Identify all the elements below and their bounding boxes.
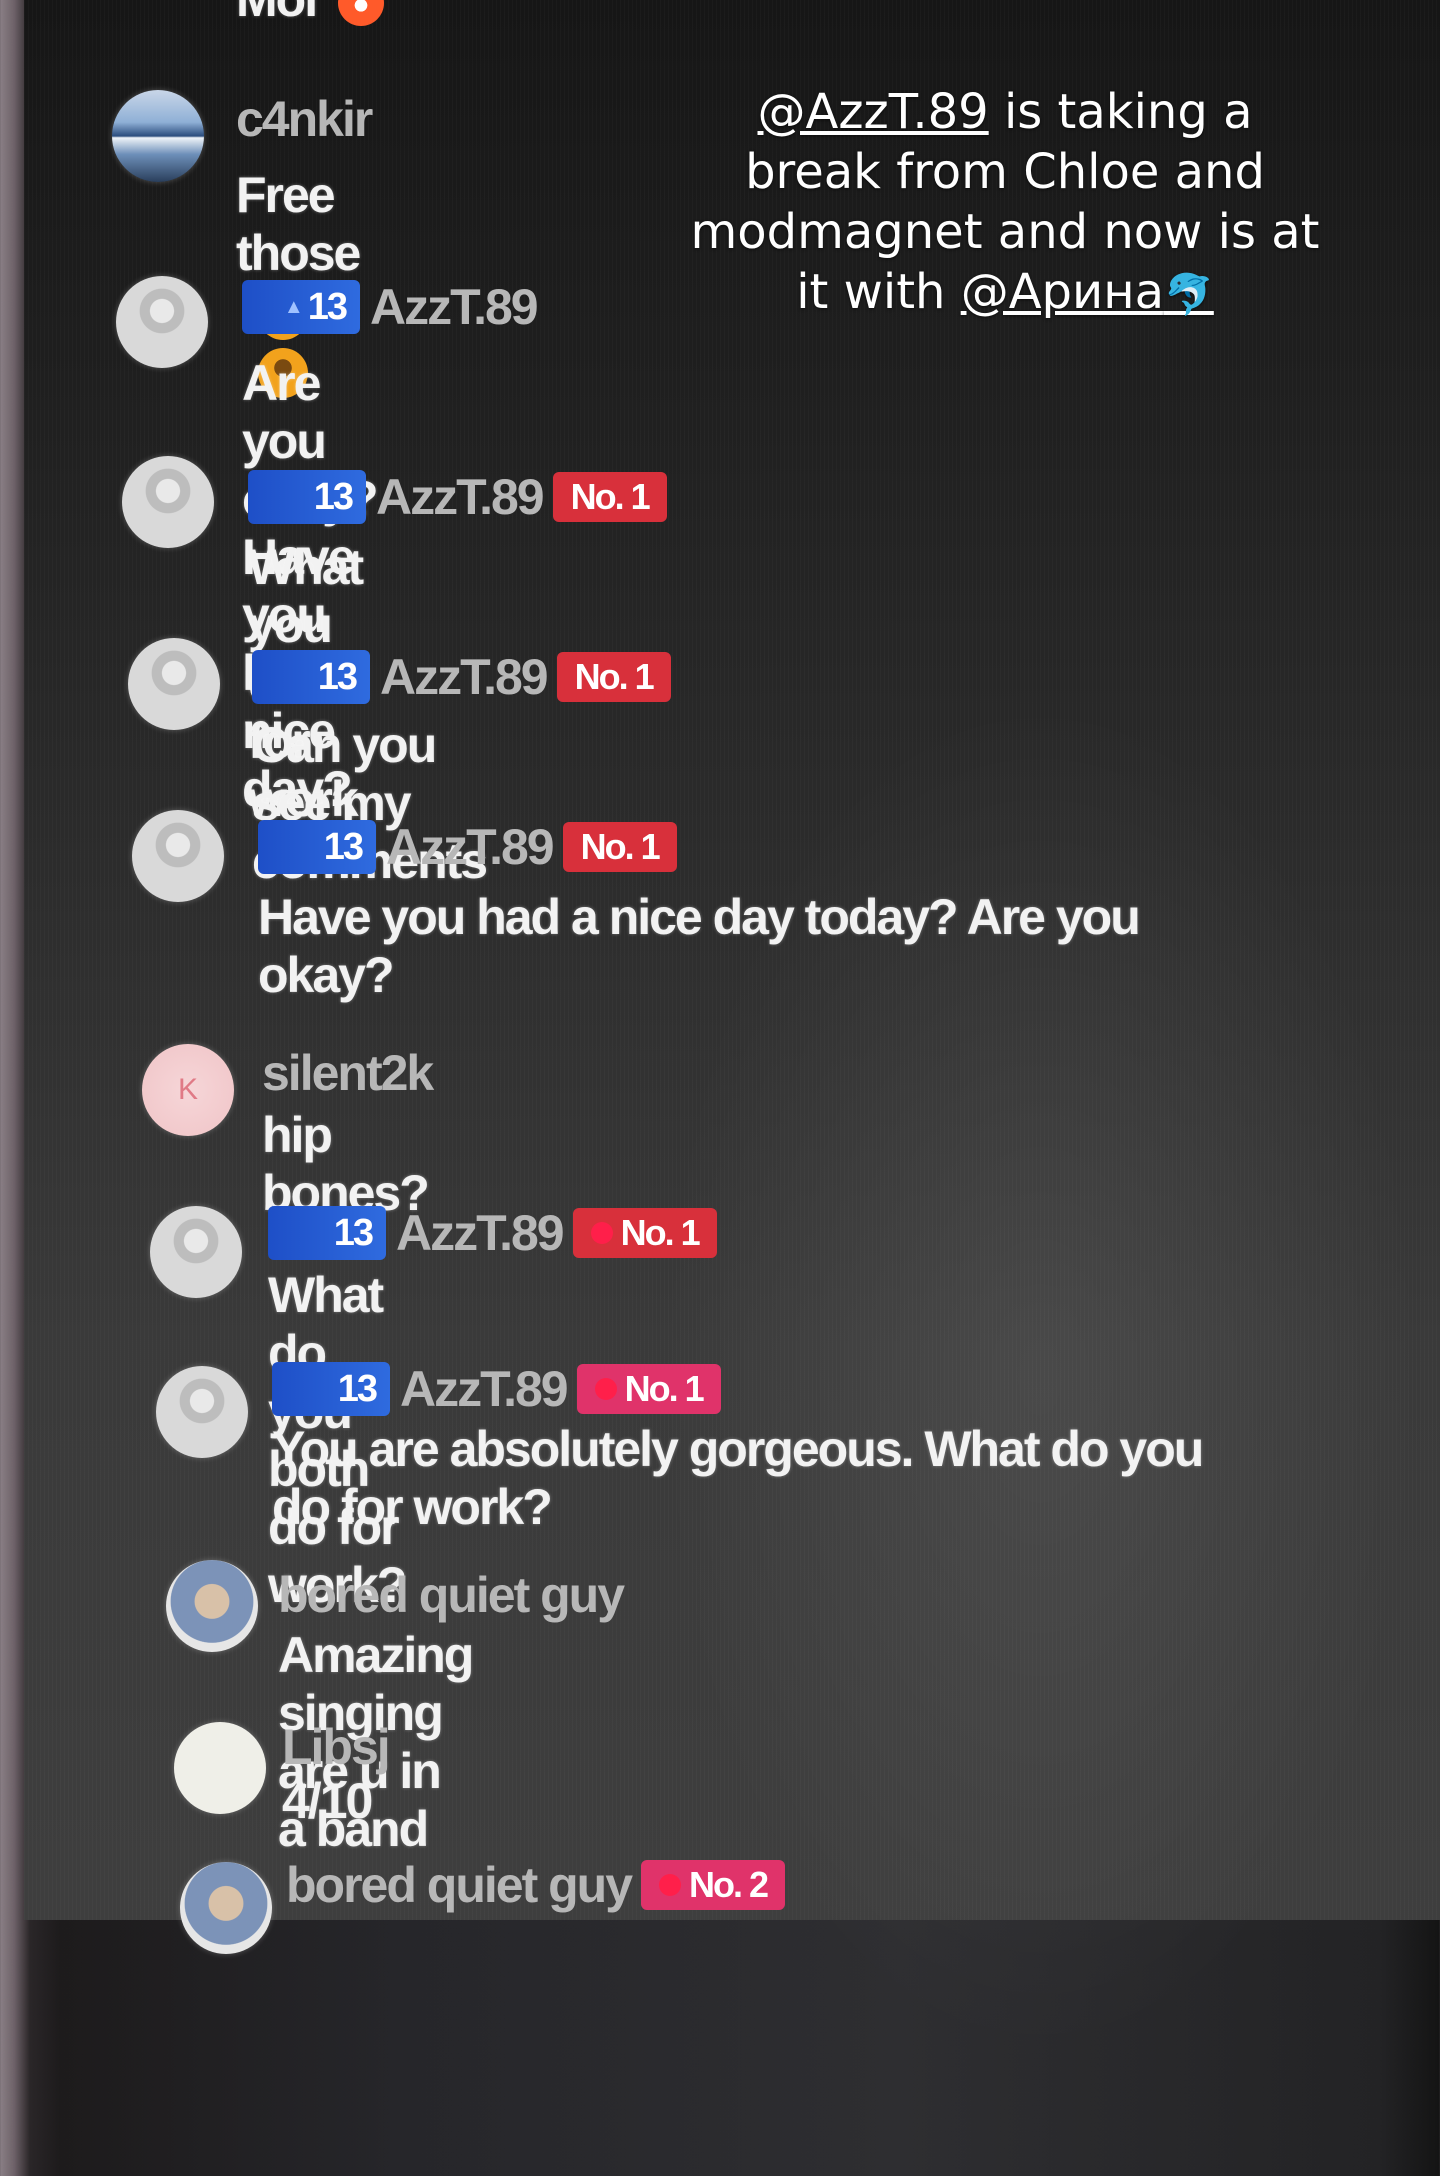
- username[interactable]: AzzT.89: [396, 1204, 565, 1262]
- avatar[interactable]: [150, 1206, 242, 1298]
- comment-text: You are absolutely gorgeous. What do you…: [272, 1421, 1204, 1535]
- mention-link[interactable]: @AzzT.89: [758, 84, 989, 140]
- avatar[interactable]: [128, 638, 220, 730]
- face-emoji-icon: [338, 0, 385, 26]
- username[interactable]: silent2k: [262, 1044, 434, 1102]
- avatar[interactable]: K: [142, 1044, 234, 1136]
- comment-header: silent2k: [262, 1044, 434, 1102]
- avatar[interactable]: [156, 1366, 248, 1458]
- level-arrow-icon: ▲: [283, 295, 304, 318]
- story-caption: @AzzT.89 is taking a break from Chloe an…: [690, 82, 1320, 325]
- avatar[interactable]: [132, 810, 224, 902]
- username[interactable]: bored quiet guy: [286, 1856, 633, 1914]
- rank-dot-icon: [659, 1874, 681, 1896]
- rank-badge: No. 1: [572, 1208, 717, 1258]
- avatar[interactable]: [180, 1862, 272, 1954]
- rank-dot-icon: [590, 1222, 613, 1244]
- comment-message: Have you had a nice day today? Are you o…: [258, 888, 1218, 1004]
- comment-header: bored quiet guy No. 2: [286, 1856, 786, 1914]
- comment-text: Moi: [236, 0, 318, 27]
- comment-text: 4/10: [282, 1773, 373, 1829]
- level-badge: 13: [268, 1206, 386, 1260]
- comment-header: ▲ 13 AzzT.89: [242, 278, 539, 336]
- level-badge: 13: [252, 650, 370, 704]
- rank-badge: No. 1: [562, 822, 677, 872]
- username[interactable]: AzzT.89: [380, 648, 549, 706]
- comment-message: You are absolutely gorgeous. What do you…: [272, 1420, 1242, 1536]
- rank-badge: No. 1: [552, 472, 667, 522]
- dolphin-emoji-icon: 🐬: [1164, 272, 1214, 318]
- level-badge: 13: [258, 820, 376, 874]
- avatar[interactable]: [174, 1722, 266, 1814]
- rank-badge: No. 1: [576, 1364, 721, 1414]
- username[interactable]: AzzT.89: [400, 1360, 569, 1418]
- avatar[interactable]: [112, 90, 204, 182]
- comment-header: 13 AzzT.89 No. 1: [258, 818, 677, 876]
- avatar[interactable]: [166, 1560, 258, 1652]
- avatar[interactable]: [122, 456, 214, 548]
- comment-message: 4/10: [282, 1772, 373, 1830]
- rank-badge: No. 2: [641, 1860, 786, 1910]
- rank-dot-icon: [594, 1378, 617, 1400]
- username[interactable]: bored quiet guy: [278, 1566, 625, 1624]
- comment-header: c4nkir: [236, 90, 373, 148]
- avatar[interactable]: [116, 276, 208, 368]
- mention-link[interactable]: @Арина🐬: [961, 264, 1214, 320]
- comment-header: 13 AzzT.89 No. 1: [252, 648, 671, 706]
- username[interactable]: AzzT.89: [376, 468, 545, 526]
- username[interactable]: AzzT.89: [386, 818, 555, 876]
- comment-header: 13 AzzT.89 No. 1: [248, 468, 667, 526]
- comment-header: bored quiet guy: [278, 1566, 625, 1624]
- comment-text: Free those: [236, 167, 361, 281]
- comment-header: Libsj: [282, 1718, 391, 1776]
- mention-text: @Арина: [960, 264, 1164, 320]
- level-badge: 13: [248, 470, 366, 524]
- rank-badge: No. 1: [556, 652, 671, 702]
- username[interactable]: Libsj: [282, 1718, 391, 1776]
- level-badge: ▲ 13: [242, 280, 360, 334]
- comment-partial-top: Moi: [236, 0, 385, 28]
- comment-header: 13 AzzT.89 No. 1: [268, 1204, 717, 1262]
- comment-text: Have you had a nice day today? Are you o…: [258, 889, 1141, 1003]
- avatar-letter: K: [177, 1073, 198, 1106]
- level-badge: 13: [272, 1362, 390, 1416]
- comment-header: 13 AzzT.89 No. 1: [272, 1360, 721, 1418]
- username[interactable]: AzzT.89: [370, 278, 539, 336]
- username[interactable]: c4nkir: [236, 90, 373, 148]
